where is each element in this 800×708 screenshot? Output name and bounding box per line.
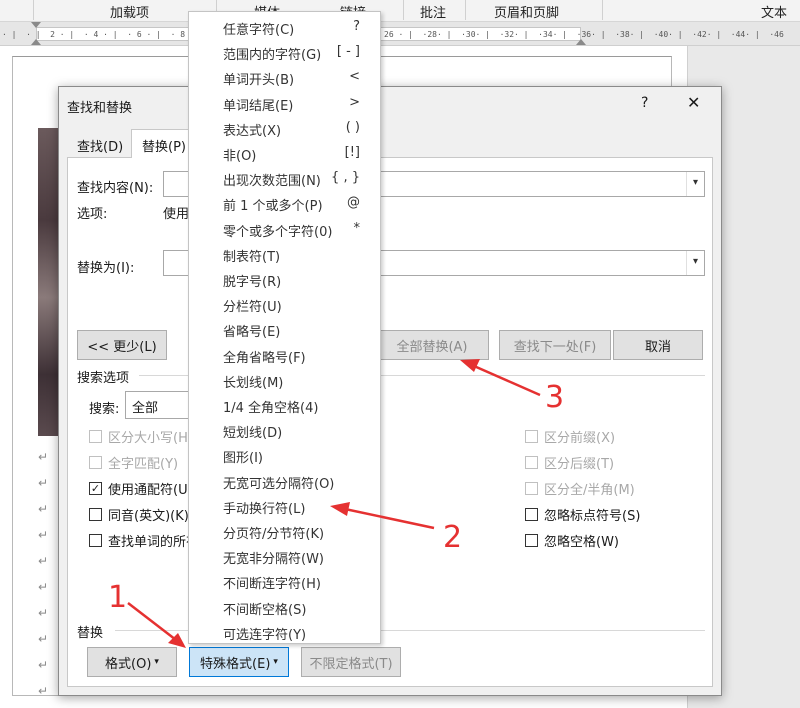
annotation-number-2: 2 — [443, 520, 463, 555]
annotation-arrow-2 — [330, 502, 435, 530]
annotation-arrow-3 — [460, 359, 541, 397]
annotation-arrow-1 — [127, 602, 186, 648]
annotation-number-3: 3 — [545, 380, 565, 415]
annotation-number-1: 1 — [108, 580, 128, 615]
